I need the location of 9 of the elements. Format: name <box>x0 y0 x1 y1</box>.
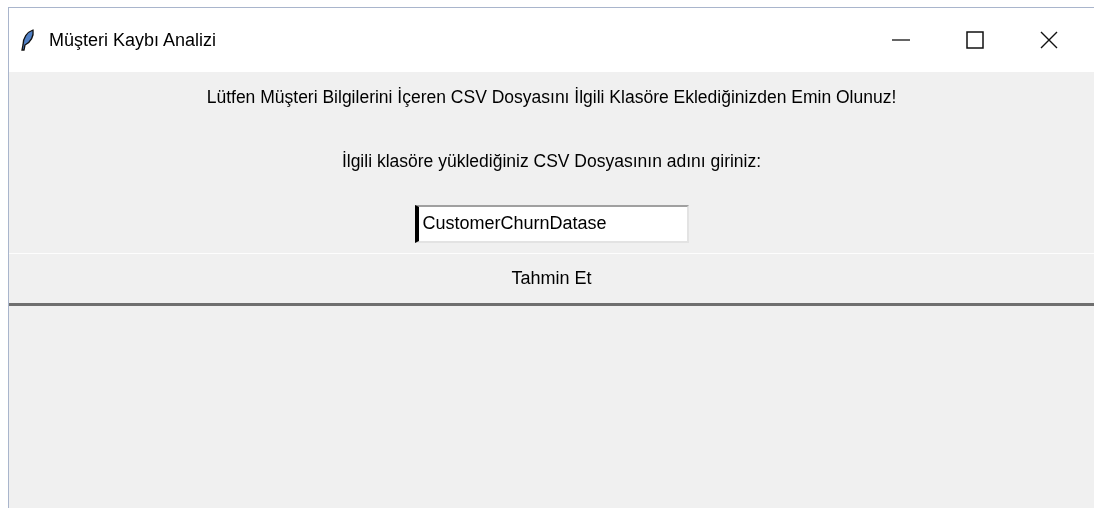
instruction-text: Lütfen Müşteri Bilgilerini İçeren CSV Dosyasını İlgili Klasöre Eklediğinizden Emin Olunuz! <box>206 86 897 109</box>
prompt-label: İlgili klasöre yüklediğiniz CSV Dosyasının adını giriniz: <box>341 150 762 174</box>
close-icon <box>1039 30 1059 50</box>
predict-button[interactable]: Tahmin Et <box>9 252 1094 306</box>
feather-icon <box>21 29 35 51</box>
minimize-icon <box>891 39 911 41</box>
maximize-icon <box>965 30 985 50</box>
file-name-field[interactable]: CustomerChurnDatase <box>414 204 689 243</box>
window-title: Müşteri Kaybı Analizi <box>49 28 217 52</box>
